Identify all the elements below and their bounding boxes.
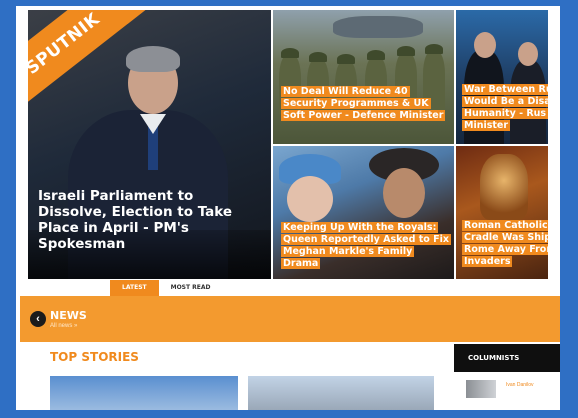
columnist-avatar[interactable] bbox=[466, 380, 496, 398]
speaker-hair bbox=[126, 46, 180, 72]
tab-most-read[interactable]: MOST READ bbox=[159, 280, 223, 296]
story-card-brexit-defence[interactable]: No Deal Will Reduce 40 Security Programm… bbox=[273, 10, 454, 144]
story-headline-text: No Deal Will Reduce 40 Security Programm… bbox=[281, 86, 446, 121]
tab-latest[interactable]: LATEST bbox=[110, 280, 159, 296]
soldier-helmet bbox=[281, 48, 299, 58]
columnist-name[interactable]: Ivan Danilov bbox=[506, 382, 534, 388]
news-bar: ‹ NEWS All news » bbox=[20, 296, 560, 342]
hero-grid: SPUTNIK Israeli Parliament to Dissolve, … bbox=[28, 10, 548, 279]
columnists-heading: COLUMNISTS bbox=[468, 354, 520, 362]
soldier-helmet bbox=[367, 50, 385, 60]
chevron-left-icon[interactable]: ‹ bbox=[30, 311, 46, 327]
story-card-royals[interactable]: Keeping Up With the Royals: Queen Report… bbox=[273, 146, 454, 279]
news-title[interactable]: NEWS bbox=[50, 309, 87, 322]
top-story-thumbnail[interactable] bbox=[50, 376, 238, 410]
main-story-card[interactable]: SPUTNIK Israeli Parliament to Dissolve, … bbox=[28, 10, 271, 279]
relic-shape bbox=[480, 154, 528, 220]
sputnik-logo-text: SPUTNIK bbox=[28, 10, 104, 79]
soldier-helmet bbox=[337, 54, 355, 64]
top-story-thumbnail[interactable] bbox=[248, 376, 434, 410]
story-headline[interactable]: No Deal Will Reduce 40 Security Programm… bbox=[281, 86, 449, 122]
story-headline[interactable]: War Between Ru Would Be a Disa Humanity … bbox=[462, 84, 548, 132]
helicopter-shape bbox=[333, 16, 423, 38]
all-news-link[interactable]: All news » bbox=[50, 323, 77, 329]
story-headline[interactable]: Roman Catholics Cradle Was Shipp Rome Aw… bbox=[462, 220, 548, 268]
story-headline-text: Roman Catholics Cradle Was Shipp Rome Aw… bbox=[462, 220, 548, 267]
soldier-helmet bbox=[309, 52, 327, 62]
soldier-helmet bbox=[425, 44, 443, 54]
story-card-catholics[interactable]: Roman Catholics Cradle Was Shipp Rome Aw… bbox=[456, 146, 548, 279]
story-headline-text: War Between Ru Would Be a Disa Humanity … bbox=[462, 84, 548, 131]
story-headline[interactable]: Keeping Up With the Royals: Queen Report… bbox=[281, 222, 451, 270]
soldier-helmet bbox=[397, 46, 415, 56]
hero-column-middle: No Deal Will Reduce 40 Security Programm… bbox=[273, 10, 454, 279]
queen-face bbox=[287, 176, 333, 222]
main-story-headline[interactable]: Israeli Parliament to Dissolve, Election… bbox=[38, 188, 248, 252]
columnists-header: COLUMNISTS bbox=[454, 344, 560, 372]
hero-column-right: War Between Ru Would Be a Disa Humanity … bbox=[456, 10, 548, 279]
browser-frame: SPUTNIK Israeli Parliament to Dissolve, … bbox=[16, 6, 560, 410]
story-tabs: LATEST MOST READ bbox=[110, 280, 223, 296]
story-card-war[interactable]: War Between Ru Would Be a Disa Humanity … bbox=[456, 10, 548, 144]
official-head bbox=[474, 32, 496, 58]
official-head bbox=[518, 42, 538, 66]
meghan-face bbox=[383, 168, 425, 218]
story-headline-text: Keeping Up With the Royals: Queen Report… bbox=[281, 222, 451, 269]
top-stories-heading: TOP STORIES bbox=[50, 350, 139, 364]
